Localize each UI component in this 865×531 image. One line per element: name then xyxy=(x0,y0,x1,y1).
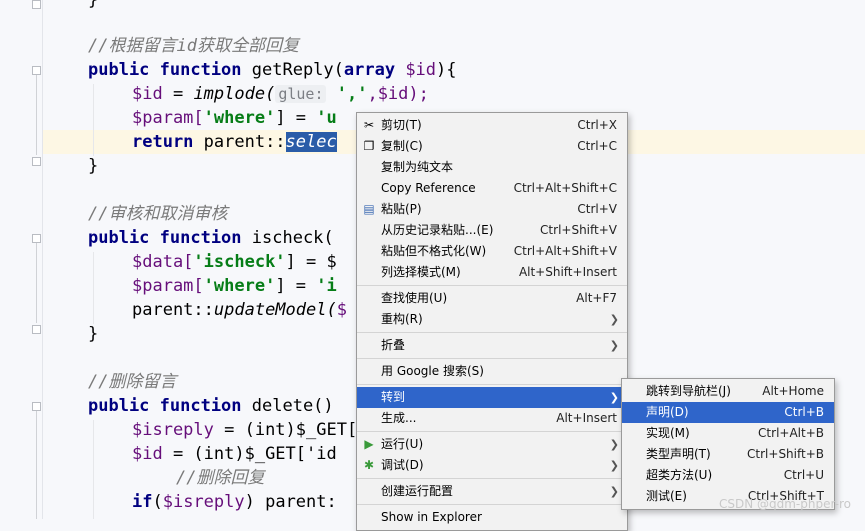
code-line: public function ischeck( xyxy=(88,228,334,248)
code-line: $isreply = (int)$_GET[ xyxy=(132,420,358,440)
menu-separator xyxy=(357,332,627,333)
indent-guide xyxy=(93,84,94,156)
submenu-item-implementation[interactable]: 实现(M) Ctrl+Alt+B xyxy=(622,423,834,444)
code-line: public function getReply(array $id){ xyxy=(88,60,457,80)
editor-gutter xyxy=(0,0,43,519)
chevron-right-icon: ❯ xyxy=(609,459,619,472)
code-line: $param['where'] = 'u xyxy=(132,108,337,128)
menu-separator xyxy=(357,285,627,286)
fold-guide xyxy=(36,75,37,155)
code-comment: //删除回复 xyxy=(176,468,265,488)
watermark: CSDN @qdm-phper-ro xyxy=(718,497,851,511)
chevron-right-icon: ❯ xyxy=(609,438,619,451)
code-line: public function delete() xyxy=(88,396,334,416)
code-comment: //审核和取消审核 xyxy=(88,204,228,224)
menu-separator xyxy=(357,358,627,359)
menu-separator xyxy=(357,504,627,505)
parameter-hint: glue: xyxy=(275,85,327,103)
menu-item-copy-plain[interactable]: 复制为纯文本 xyxy=(357,157,627,178)
menu-item-debug[interactable]: ✱ 调试(D) ❯ xyxy=(357,455,627,476)
fold-marker-icon[interactable] xyxy=(32,157,41,166)
context-menu: ✂ 剪切(T) Ctrl+X ❐ 复制(C) Ctrl+C 复制为纯文本 Copy Re… xyxy=(356,112,628,531)
code-comment: //删除留言 xyxy=(88,372,177,392)
paste-icon: ▤ xyxy=(363,202,375,216)
copy-icon: ❐ xyxy=(363,139,375,153)
menu-item-paste[interactable]: ▤ 粘贴(P) Ctrl+V xyxy=(357,199,627,220)
selected-text: selec xyxy=(285,132,337,152)
fold-marker-icon[interactable] xyxy=(32,66,41,75)
goto-submenu: 跳转到导航栏(J) Alt+Home 声明(D) Ctrl+B 实现(M) Ctrl+… xyxy=(621,378,835,510)
run-icon: ▶ xyxy=(364,437,374,451)
debug-icon: ✱ xyxy=(363,458,375,472)
menu-item-google-search[interactable]: 用 Google 搜索(S) xyxy=(357,361,627,382)
menu-item-goto[interactable]: 转到 ❯ xyxy=(357,387,627,408)
submenu-item-declaration[interactable]: 声明(D) Ctrl+B xyxy=(622,402,834,423)
menu-item-find-usages[interactable]: 查找使用(U) Alt+F7 xyxy=(357,288,627,309)
code-line: } xyxy=(88,0,99,10)
menu-item-paste-plain[interactable]: 粘贴但不格式化(W) Ctrl+Alt+Shift+V xyxy=(357,241,627,262)
submenu-item-super-method[interactable]: 超类方法(U) Ctrl+U xyxy=(622,465,834,486)
menu-item-create-run-config[interactable]: 创建运行配置 ❯ xyxy=(357,481,627,502)
menu-item-run[interactable]: ▶ 运行(U) ❯ xyxy=(357,434,627,455)
code-line: $id = implode(glue: ',',$id); xyxy=(132,84,429,104)
menu-item-folding[interactable]: 折叠 ❯ xyxy=(357,335,627,356)
chevron-right-icon: ❯ xyxy=(609,485,619,498)
code-line: parent::updateModel($ xyxy=(132,300,347,320)
chevron-right-icon: ❯ xyxy=(609,339,619,352)
indent-guide xyxy=(93,252,94,324)
submenu-item-navbar[interactable]: 跳转到导航栏(J) Alt+Home xyxy=(622,381,834,402)
submenu-item-type-declaration[interactable]: 类型声明(T) Ctrl+Shift+B xyxy=(622,444,834,465)
fold-marker-icon[interactable] xyxy=(32,325,41,334)
indent-guide xyxy=(93,420,94,519)
fold-marker-icon[interactable] xyxy=(32,402,41,411)
menu-separator xyxy=(357,384,627,385)
menu-item-cut[interactable]: ✂ 剪切(T) Ctrl+X xyxy=(357,115,627,136)
scissors-icon: ✂ xyxy=(363,118,375,132)
menu-item-copy-reference[interactable]: Copy Reference Ctrl+Alt+Shift+C xyxy=(357,178,627,199)
code-line: $id = (int)$_GET['id xyxy=(132,444,337,464)
fold-marker-icon[interactable] xyxy=(32,234,41,243)
menu-item-show-in-explorer[interactable]: Show in Explorer xyxy=(357,507,627,528)
code-line: $param['where'] = 'i xyxy=(132,276,337,296)
fold-guide xyxy=(36,411,37,519)
menu-separator xyxy=(357,478,627,479)
code-line: } xyxy=(88,156,99,176)
menu-item-column-select[interactable]: 列选择模式(M) Alt+Shift+Insert xyxy=(357,262,627,283)
chevron-right-icon: ❯ xyxy=(609,391,619,404)
menu-item-paste-history[interactable]: 从历史记录粘贴...(E) Ctrl+Shift+V xyxy=(357,220,627,241)
fold-marker-icon[interactable] xyxy=(32,0,41,9)
menu-separator xyxy=(357,431,627,432)
menu-item-copy[interactable]: ❐ 复制(C) Ctrl+C xyxy=(357,136,627,157)
code-line: } xyxy=(88,324,99,344)
code-comment: //根据留言id获取全部回复 xyxy=(88,36,299,56)
chevron-right-icon: ❯ xyxy=(609,313,619,326)
fold-guide xyxy=(36,243,37,323)
code-line: return parent::selec xyxy=(132,132,337,152)
code-line: if($isreply) parent: xyxy=(132,492,337,512)
menu-item-refactor[interactable]: 重构(R) ❯ xyxy=(357,309,627,330)
menu-item-generate[interactable]: 生成... Alt+Insert xyxy=(357,408,627,429)
code-line: $data['ischeck'] = $ xyxy=(132,252,337,272)
